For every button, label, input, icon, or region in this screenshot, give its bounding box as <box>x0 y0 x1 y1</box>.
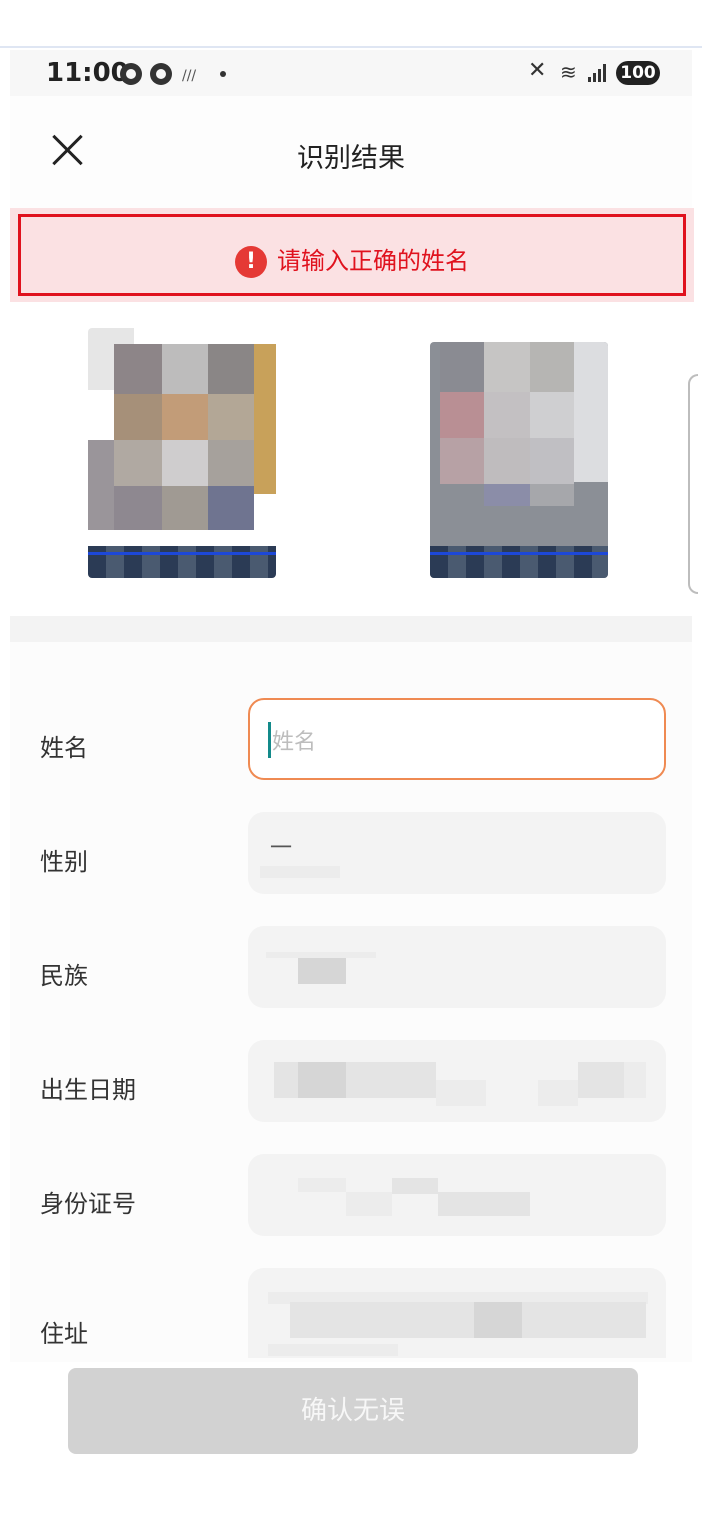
signal-icon <box>588 64 610 82</box>
id-back-photo[interactable] <box>430 342 608 578</box>
redacted-text <box>268 1344 398 1356</box>
photo-carousel-edge <box>688 374 698 594</box>
confirm-button[interactable]: 确认无误 <box>68 1368 638 1454</box>
id-number-label: 身份证号 <box>40 1190 136 1218</box>
error-banner-border: ! 请输入正确的姓名 <box>18 214 686 296</box>
id-photos-row <box>10 302 698 616</box>
page-header: 识别结果 <box>10 96 692 208</box>
redacted-text <box>578 1062 624 1098</box>
ethnicity-label: 民族 <box>40 962 88 990</box>
more-notifications-icon <box>220 71 226 77</box>
redacted-text <box>538 1080 578 1106</box>
section-divider <box>10 616 692 642</box>
redacted-text <box>298 958 346 984</box>
error-message: 请输入正确的姓名 <box>277 247 469 275</box>
redacted-text <box>346 1192 392 1216</box>
birthdate-field[interactable] <box>248 1040 666 1122</box>
redacted-text <box>436 1080 486 1106</box>
mute-icon: ✕ <box>528 58 547 83</box>
id-front-photo[interactable] <box>88 328 276 578</box>
redacted-text <box>298 1178 346 1192</box>
notification-icon <box>150 63 172 85</box>
error-banner: ! 请输入正确的姓名 <box>10 208 694 302</box>
recognition-form: 姓名 姓名 性别 一 民族 出生日期 身份证号 住址 <box>10 642 692 1362</box>
birthdate-label: 出生日期 <box>40 1076 136 1104</box>
ethnicity-field[interactable] <box>248 926 666 1008</box>
redacted-text <box>522 1302 646 1338</box>
redacted-text <box>274 1062 298 1098</box>
redacted-text <box>624 1062 646 1098</box>
redacted-text <box>474 1302 522 1338</box>
redacted-text <box>346 1062 436 1098</box>
gender-field[interactable]: 一 <box>248 812 666 894</box>
text-caret <box>268 722 271 758</box>
notification-icon <box>120 63 142 85</box>
redacted-text <box>290 1302 474 1338</box>
address-field[interactable] <box>248 1268 666 1358</box>
address-label: 住址 <box>40 1320 88 1348</box>
error-message-row: ! 请输入正确的姓名 <box>21 241 683 278</box>
id-number-field[interactable] <box>248 1154 666 1236</box>
name-label: 姓名 <box>40 734 88 762</box>
status-bar: 11:00 /// ✕ ≋ 100 <box>10 50 692 96</box>
redacted-text <box>298 1062 346 1098</box>
window-top-edge <box>0 46 702 48</box>
gender-value: 一 <box>270 836 293 861</box>
wifi-icon: ≋ <box>560 60 577 84</box>
name-input[interactable]: 姓名 <box>248 698 666 780</box>
status-time: 11:00 <box>46 58 129 88</box>
error-icon: ! <box>235 246 267 278</box>
page-title: 识别结果 <box>297 143 405 174</box>
battery-indicator: 100 <box>616 61 660 85</box>
data-activity-icon: /// <box>182 68 197 84</box>
bottom-safe-area <box>0 1460 702 1518</box>
name-placeholder: 姓名 <box>272 730 317 755</box>
redacted-text <box>260 866 340 878</box>
redacted-text <box>438 1192 530 1216</box>
gender-label: 性别 <box>40 848 88 876</box>
redacted-text <box>392 1178 438 1194</box>
